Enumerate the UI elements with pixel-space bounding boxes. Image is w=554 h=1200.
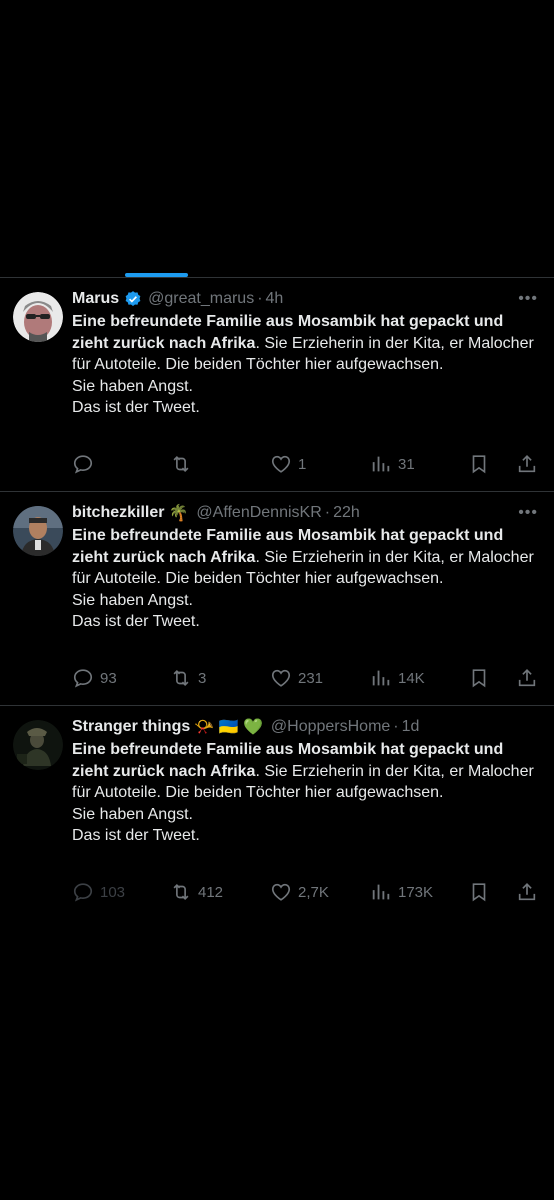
like-button[interactable]: 1 — [270, 452, 306, 476]
display-name[interactable]: Stranger things — [72, 718, 190, 736]
retweet-icon — [173, 883, 189, 901]
name-emoji: 📯 🇺🇦 💚 — [194, 719, 263, 736]
reply-button[interactable]: 93 — [72, 666, 117, 690]
more-options-icon[interactable]: ••• — [518, 290, 538, 308]
active-tab-indicator — [125, 273, 188, 277]
share-button[interactable] — [516, 666, 538, 690]
retweet-button[interactable]: 412 — [170, 880, 223, 904]
tweet-text-line: Sie haben Angst. — [72, 377, 193, 395]
like-count: 2,7K — [298, 883, 329, 901]
avatar[interactable] — [13, 506, 63, 556]
tweet[interactable]: Marus @great_marus · 4h ••• Eine befreun… — [0, 278, 554, 492]
bookmark-button[interactable] — [468, 452, 490, 476]
heart-icon — [271, 455, 291, 473]
verified-badge-icon — [124, 290, 142, 308]
separator: · — [324, 504, 331, 521]
action-bar: 93 3 231 14K — [72, 666, 542, 690]
tweet-text-line: Das ist der Tweet. — [72, 827, 200, 845]
reply-count: 93 — [100, 669, 117, 687]
avatar[interactable] — [13, 720, 63, 770]
bookmark-icon — [472, 669, 486, 688]
timestamp[interactable]: 22h — [333, 504, 360, 522]
retweet-count: 412 — [198, 883, 224, 901]
views-button[interactable]: 31 — [370, 452, 415, 476]
tweet-text-line: Das ist der Tweet. — [72, 613, 200, 631]
tweet-text: Eine befreundete Familie aus Mosambik ha… — [72, 525, 538, 633]
action-bar: 1 31 — [72, 452, 542, 476]
share-icon — [518, 883, 536, 901]
handle[interactable]: @AffenDennisKR — [196, 504, 321, 522]
timestamp[interactable]: 1d — [402, 718, 420, 736]
share-button[interactable] — [516, 880, 538, 904]
tweet-text: Eine befreundete Familie aus Mosambik ha… — [72, 739, 538, 847]
views-chart-icon — [372, 456, 390, 472]
reply-icon — [73, 669, 93, 688]
heart-icon — [271, 669, 291, 687]
like-count: 231 — [298, 669, 324, 687]
tweet-text-line: Sie haben Angst. — [72, 591, 193, 609]
tweet-text: Eine befreundete Familie aus Mosambik ha… — [72, 311, 538, 419]
heart-icon — [271, 883, 291, 901]
separator: · — [257, 290, 263, 307]
tweet[interactable]: Stranger things 📯 🇺🇦 💚 @HoppersHome · 1d… — [0, 706, 554, 920]
action-bar: 103 412 2,7K 173K — [72, 880, 542, 904]
avatar[interactable] — [13, 292, 63, 342]
retweet-count: 3 — [198, 669, 207, 687]
more-options-icon[interactable]: ••• — [518, 504, 538, 522]
handle[interactable]: @great_marus — [148, 290, 254, 308]
like-button[interactable]: 2,7K — [270, 880, 329, 904]
reply-button[interactable]: 103 — [72, 880, 125, 904]
tweet-text-line: Sie haben Angst. — [72, 805, 193, 823]
share-icon — [518, 455, 536, 473]
views-chart-icon — [372, 884, 390, 900]
like-count: 1 — [298, 455, 307, 473]
views-button[interactable]: 173K — [370, 880, 433, 904]
retweet-button[interactable]: 3 — [170, 666, 206, 690]
like-button[interactable]: 231 — [270, 666, 323, 690]
separator: · — [393, 718, 399, 735]
reply-button[interactable] — [72, 452, 100, 476]
reply-icon — [73, 455, 93, 474]
tweet-text-line: Das ist der Tweet. — [72, 399, 200, 417]
tweet-header: Stranger things 📯 🇺🇦 💚 @HoppersHome · 1d — [72, 716, 538, 738]
reply-icon — [73, 883, 93, 902]
tweet-header: bitchezkiller 🌴 @AffenDennisKR · 22h — [72, 502, 538, 524]
views-button[interactable]: 14K — [370, 666, 425, 690]
display-name[interactable]: Marus — [72, 290, 119, 308]
views-chart-icon — [372, 670, 390, 686]
retweet-icon — [173, 669, 189, 687]
view-count: 31 — [398, 455, 415, 473]
handle[interactable]: @HoppersHome — [271, 718, 390, 736]
share-button[interactable] — [516, 452, 538, 476]
tweet[interactable]: bitchezkiller 🌴 @AffenDennisKR · 22h •••… — [0, 492, 554, 706]
share-icon — [518, 669, 536, 687]
name-emoji: 🌴 — [168, 505, 189, 522]
timestamp[interactable]: 4h — [266, 290, 284, 308]
display-name[interactable]: bitchezkiller — [72, 504, 164, 522]
bookmark-button[interactable] — [468, 666, 490, 690]
bookmark-icon — [472, 883, 486, 902]
view-count: 14K — [398, 669, 425, 687]
view-count: 173K — [398, 883, 434, 901]
reply-count: 103 — [100, 883, 126, 901]
bookmark-icon — [472, 455, 486, 474]
bookmark-button[interactable] — [468, 880, 490, 904]
tweet-header: Marus @great_marus · 4h — [72, 288, 538, 310]
tab-bar — [0, 262, 554, 278]
retweet-icon — [173, 455, 189, 473]
retweet-button[interactable] — [170, 452, 198, 476]
